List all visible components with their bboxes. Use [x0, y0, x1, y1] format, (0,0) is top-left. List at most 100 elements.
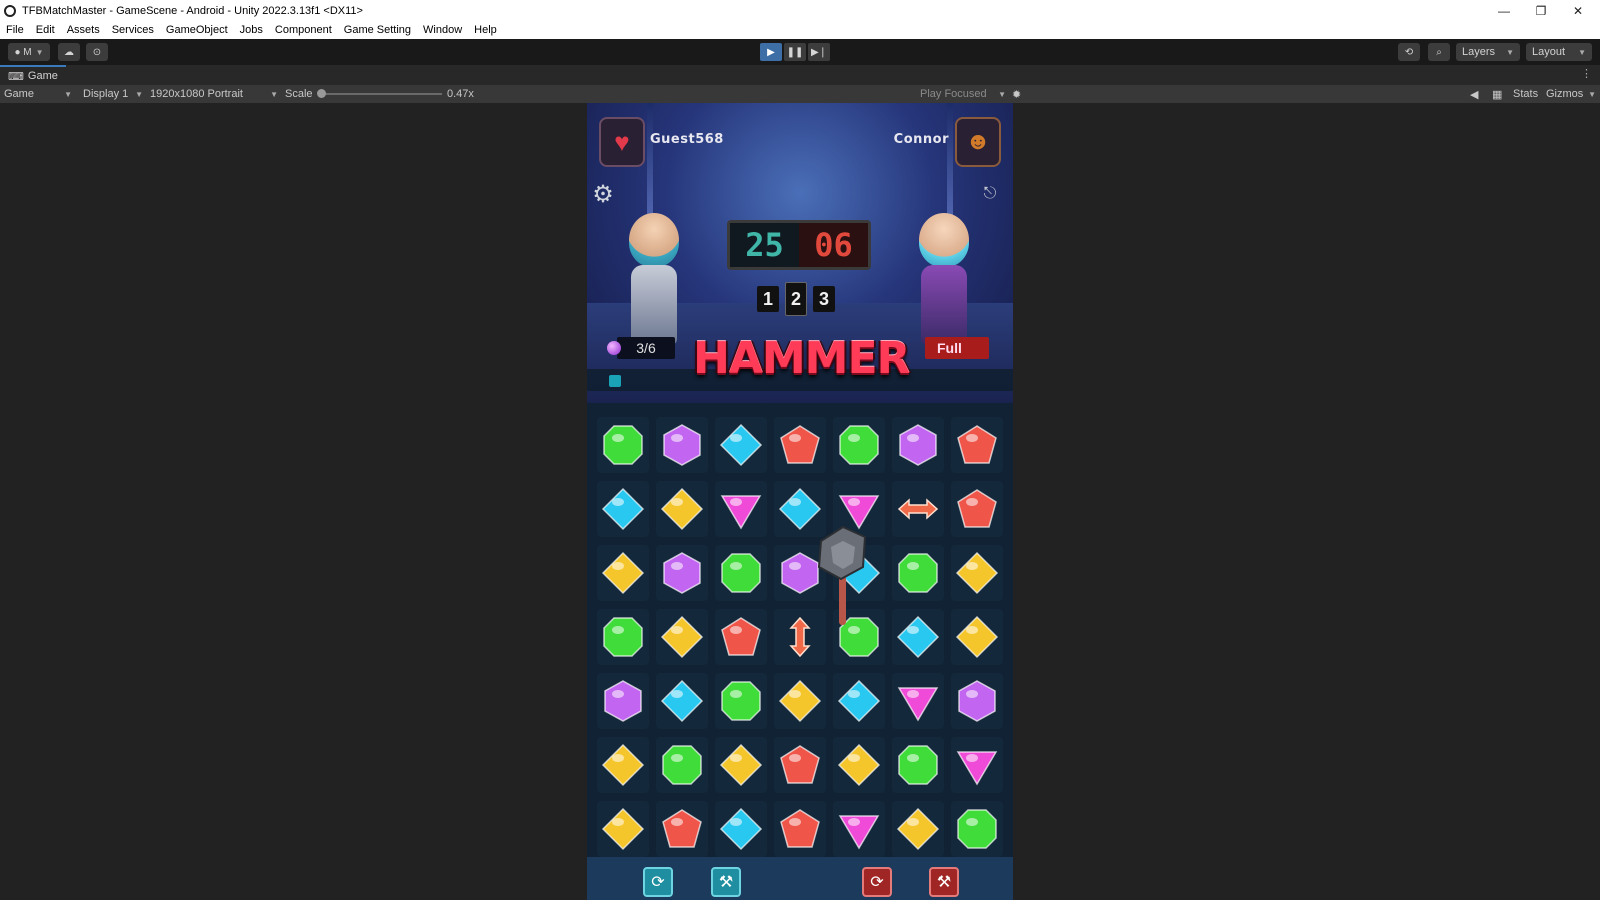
- board-cell[interactable]: [597, 673, 649, 729]
- collab-icon[interactable]: ⊙: [86, 43, 108, 61]
- board-cell[interactable]: [656, 417, 708, 473]
- unity-logo-icon: [4, 4, 16, 17]
- board-cell[interactable]: [656, 609, 708, 665]
- hammer-powerup-button[interactable]: ⚒: [711, 867, 741, 897]
- chevron-down-icon: ▼: [270, 89, 278, 99]
- board-cell[interactable]: [656, 481, 708, 537]
- board-cell[interactable]: [833, 417, 885, 473]
- scale-slider-handle[interactable]: [317, 89, 326, 98]
- yellow-gem-icon: [660, 615, 704, 659]
- board-cell[interactable]: [715, 673, 767, 729]
- board-cell[interactable]: [892, 737, 944, 793]
- board-cell[interactable]: [597, 609, 649, 665]
- menu-gameobject[interactable]: GameObject: [160, 24, 234, 36]
- board-cell[interactable]: [597, 481, 649, 537]
- minimize-button[interactable]: —: [1486, 0, 1522, 21]
- board-cell[interactable]: [951, 673, 1003, 729]
- stats-button[interactable]: Stats: [1513, 85, 1538, 103]
- board-cell[interactable]: [951, 609, 1003, 665]
- layout-dropdown[interactable]: Layout ▼: [1526, 43, 1592, 61]
- board-cell[interactable]: [656, 801, 708, 857]
- scale-slider-track[interactable]: [320, 93, 442, 95]
- board-cell[interactable]: [892, 609, 944, 665]
- board-cell[interactable]: [715, 417, 767, 473]
- close-button[interactable]: ✕: [1560, 0, 1596, 21]
- board-cell[interactable]: [656, 737, 708, 793]
- more-options-icon[interactable]: ⋮: [1581, 67, 1592, 80]
- yellow-gem-icon: [601, 807, 645, 851]
- layers-dropdown[interactable]: Layers ▼: [1456, 43, 1520, 61]
- pause-button[interactable]: ❚❚: [784, 43, 806, 61]
- step-button[interactable]: ▶❘: [808, 43, 830, 61]
- board-cell[interactable]: [951, 737, 1003, 793]
- board-cell[interactable]: [597, 545, 649, 601]
- board-cell[interactable]: [597, 737, 649, 793]
- menu-services[interactable]: Services: [106, 24, 160, 36]
- board-cell[interactable]: [892, 801, 944, 857]
- menu-edit[interactable]: Edit: [30, 24, 61, 36]
- account-label: M: [23, 46, 32, 58]
- board-cell[interactable]: [715, 801, 767, 857]
- exit-icon[interactable]: ⎋: [979, 183, 1001, 205]
- bug-icon[interactable]: ✹: [1012, 85, 1021, 103]
- menu-component[interactable]: Component: [269, 24, 338, 36]
- board-cell[interactable]: [656, 673, 708, 729]
- board-cell[interactable]: [892, 481, 944, 537]
- menu-help[interactable]: Help: [468, 24, 503, 36]
- board-cell[interactable]: [774, 673, 826, 729]
- board-cell[interactable]: [892, 545, 944, 601]
- match-board[interactable]: [587, 403, 1013, 857]
- board-cell[interactable]: [774, 737, 826, 793]
- play-button[interactable]: ▶: [760, 43, 782, 61]
- shuffle-powerup-button[interactable]: ⟳: [643, 867, 673, 897]
- menu-file[interactable]: File: [0, 24, 30, 36]
- stats-icon[interactable]: ▦: [1492, 85, 1502, 103]
- player-right-name: Connor: [893, 132, 949, 147]
- board-cell[interactable]: [715, 481, 767, 537]
- board-cell[interactable]: [951, 545, 1003, 601]
- play-mode-select[interactable]: Play Focused ▼: [920, 85, 1006, 103]
- cloud-icon[interactable]: ☁: [58, 43, 80, 61]
- player-right-avatar[interactable]: ☻: [955, 117, 1001, 167]
- menu-assets[interactable]: Assets: [61, 24, 106, 36]
- powerup-bar: ⟳ ⚒ ⟳ ⚒: [587, 857, 1013, 900]
- board-cell[interactable]: [715, 737, 767, 793]
- menu-jobs[interactable]: Jobs: [234, 24, 269, 36]
- account-dropdown[interactable]: ● M ▼: [8, 43, 50, 61]
- red-gem-icon: [957, 489, 997, 528]
- history-icon[interactable]: ⟲: [1398, 43, 1420, 61]
- board-cell[interactable]: [951, 417, 1003, 473]
- board-cell[interactable]: [833, 673, 885, 729]
- board-cell[interactable]: [715, 609, 767, 665]
- board-cell[interactable]: [774, 417, 826, 473]
- board-cell[interactable]: [774, 801, 826, 857]
- board-cell[interactable]: [833, 737, 885, 793]
- board-cell[interactable]: [656, 545, 708, 601]
- game-screen[interactable]: ♥ Guest568 Connor ☻ ⚙ ⎋ 25 06 1 2 3 3/6 …: [587, 103, 1013, 900]
- board-cell[interactable]: [833, 801, 885, 857]
- board-cell[interactable]: [715, 545, 767, 601]
- yellow-gem-icon: [601, 743, 645, 787]
- view-select[interactable]: Game ▼: [4, 85, 72, 103]
- board-cell[interactable]: [892, 417, 944, 473]
- tab-game[interactable]: ⌨ Game: [0, 65, 66, 85]
- window-title-bar: TFBMatchMaster - GameScene - Android - U…: [0, 0, 1600, 21]
- restore-button[interactable]: ❐: [1523, 0, 1559, 21]
- player-left-avatar[interactable]: ♥: [599, 117, 645, 167]
- gizmos-dropdown[interactable]: Gizmos ▼: [1546, 85, 1596, 103]
- character-left: [611, 213, 697, 353]
- board-cell[interactable]: [951, 801, 1003, 857]
- resolution-select[interactable]: 1920x1080 Portrait ▼: [150, 85, 278, 103]
- board-cell[interactable]: [951, 481, 1003, 537]
- board-cell[interactable]: [892, 673, 944, 729]
- display-select[interactable]: Display 1 ▼: [83, 85, 143, 103]
- search-icon[interactable]: ⌕: [1428, 43, 1450, 61]
- board-cell[interactable]: [597, 417, 649, 473]
- board-cell[interactable]: [597, 801, 649, 857]
- settings-gear-icon[interactable]: ⚙: [591, 183, 615, 207]
- menu-window[interactable]: Window: [417, 24, 468, 36]
- round-indicator: 1 2 3: [757, 282, 835, 316]
- menu-game-setting[interactable]: Game Setting: [338, 24, 417, 36]
- mute-audio-icon[interactable]: ◀: [1470, 85, 1478, 103]
- chevron-down-icon: ▼: [1506, 47, 1514, 57]
